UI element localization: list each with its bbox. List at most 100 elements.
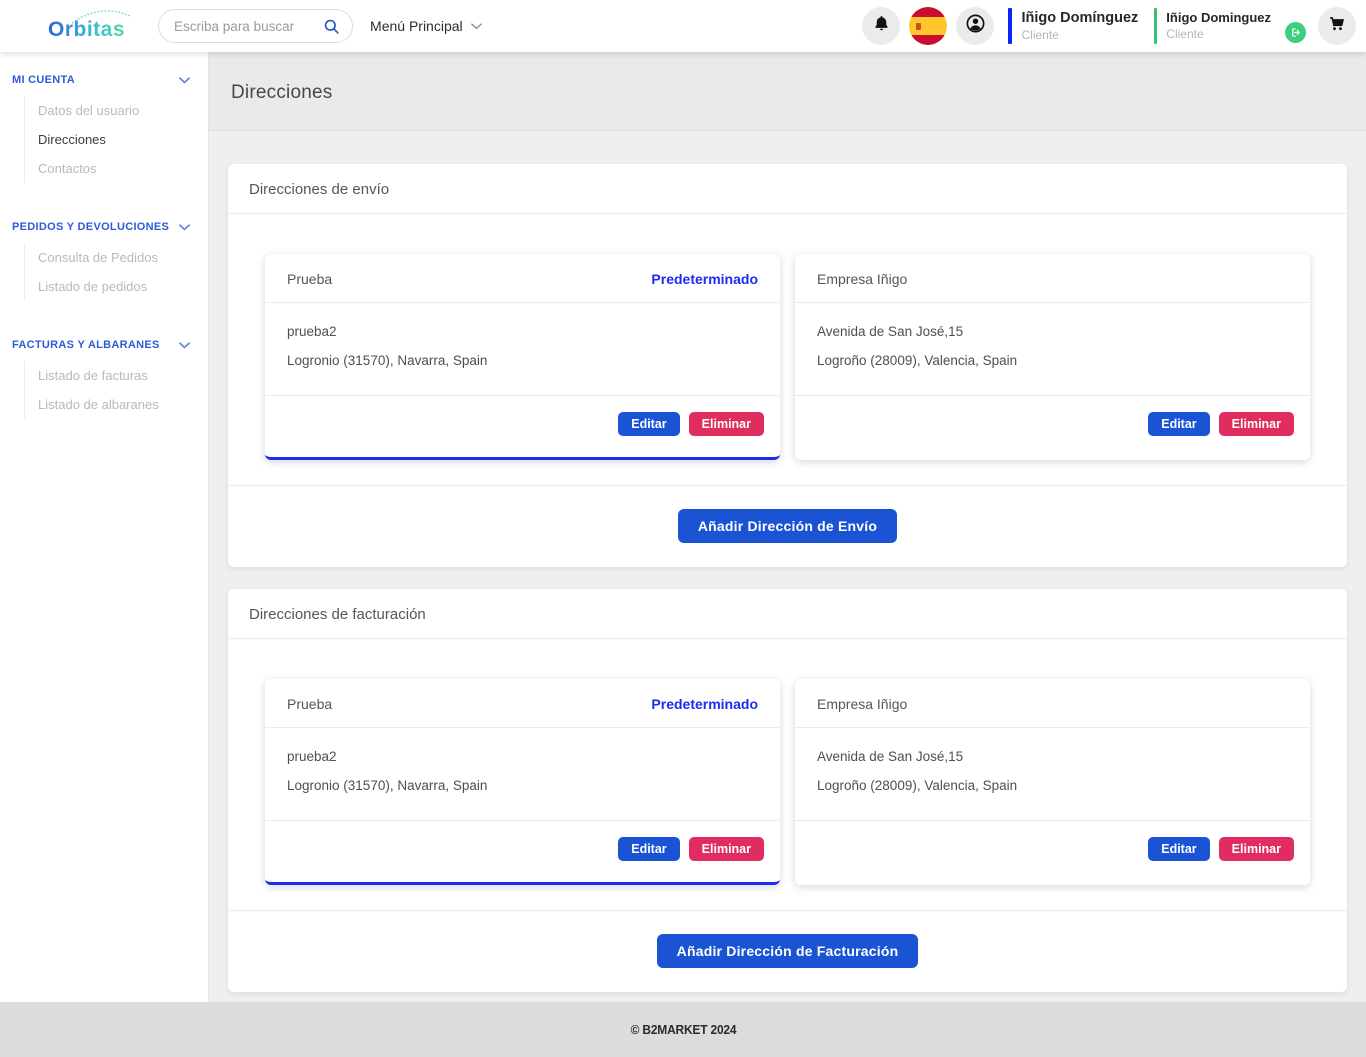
address-line-2: Logronio (31570), Navarra, Spain [287, 778, 758, 793]
delete-address-button[interactable]: Eliminar [689, 412, 764, 436]
sidebar-group-label: MI CUENTA [12, 74, 75, 86]
sidebar-group-pedidos: PEDIDOS Y DEVOLUCIONES Consulta de Pedid… [0, 221, 208, 301]
sidebar-item-contactos[interactable]: Contactos [38, 154, 208, 183]
delete-address-button[interactable]: Eliminar [1219, 412, 1294, 436]
address-card-body: prueba2 Logronio (31570), Navarra, Spain [265, 728, 780, 821]
address-line-1: prueba2 [287, 324, 758, 339]
sidebar-item-listado-de-facturas[interactable]: Listado de facturas [38, 361, 208, 390]
address-line-1: Avenida de San José,15 [817, 749, 1288, 764]
sidebar-items: Datos del usuario Direcciones Contactos [24, 96, 208, 183]
billing-addresses-section: Direcciones de facturación Prueba Predet… [228, 589, 1347, 992]
address-card-footer: Editar Eliminar [795, 821, 1310, 882]
address-line-2: Logronio (31570), Navarra, Spain [287, 353, 758, 368]
chevron-down-icon [179, 342, 190, 349]
sidebar-item-datos-del-usuario[interactable]: Datos del usuario [38, 96, 208, 125]
logo-orbit-arc [62, 7, 140, 25]
main-menu-dropdown[interactable]: Menú Principal [370, 18, 482, 34]
address-name: Prueba [287, 271, 332, 287]
address-line-2: Logroño (28009), Valencia, Spain [817, 353, 1288, 368]
logo[interactable]: Orbitas [48, 6, 125, 46]
search-box [158, 9, 353, 43]
sidebar-item-listado-de-pedidos[interactable]: Listado de pedidos [38, 272, 208, 301]
user-role: Cliente [1166, 27, 1271, 41]
billing-address-list: Prueba Predeterminado prueba2 Logronio (… [228, 639, 1347, 910]
spain-flag-icon [916, 23, 921, 30]
edit-address-button[interactable]: Editar [618, 837, 679, 861]
bell-icon [872, 14, 891, 38]
language-selector-button[interactable] [909, 7, 947, 45]
address-card-body: Avenida de San José,15 Logroño (28009), … [795, 728, 1310, 821]
user-icon [965, 13, 986, 39]
address-card-footer: Editar Eliminar [795, 396, 1310, 457]
chevron-down-icon [179, 224, 190, 231]
user-accent-bar-blue [1008, 8, 1012, 44]
address-card-footer: Editar Eliminar [265, 396, 780, 457]
shipping-address-list: Prueba Predeterminado prueba2 Logronio (… [228, 214, 1347, 485]
edit-address-button[interactable]: Editar [1148, 837, 1209, 861]
sidebar-item-listado-de-albaranes[interactable]: Listado de albaranes [38, 390, 208, 419]
address-line-2: Logroño (28009), Valencia, Spain [817, 778, 1288, 793]
sidebar-group-facturas: FACTURAS Y ALBARANES Listado de facturas… [0, 339, 208, 419]
page-footer: © B2MARKET 2024 [0, 1002, 1366, 1057]
billing-section-footer: Añadir Dirección de Facturación [228, 910, 1347, 992]
sidebar-item-direcciones[interactable]: Direcciones [38, 125, 208, 154]
add-billing-address-button[interactable]: Añadir Dirección de Facturación [657, 934, 919, 968]
chevron-down-icon [179, 77, 190, 84]
delete-address-button[interactable]: Eliminar [689, 837, 764, 861]
section-title-billing: Direcciones de facturación [228, 589, 1347, 639]
top-header: Orbitas Menú Principal [0, 0, 1366, 52]
user-name: Iñigo Domínguez [1021, 10, 1138, 27]
user-name: Iñigo Dominguez [1166, 11, 1271, 26]
address-name: Empresa Iñigo [817, 271, 907, 287]
sidebar-item-consulta-de-pedidos[interactable]: Consulta de Pedidos [38, 243, 208, 272]
address-card-header: Prueba Predeterminado [265, 254, 780, 303]
search-input[interactable] [174, 19, 323, 34]
section-title-shipping: Direcciones de envío [228, 164, 1347, 214]
edit-address-button[interactable]: Editar [1148, 412, 1209, 436]
sidebar-group-header-pedidos[interactable]: PEDIDOS Y DEVOLUCIONES [0, 221, 208, 233]
sidebar-group-mi-cuenta: MI CUENTA Datos del usuario Direcciones … [0, 74, 208, 183]
sidebar-group-header-facturas[interactable]: FACTURAS Y ALBARANES [0, 339, 208, 351]
shipping-section-footer: Añadir Dirección de Envío [228, 485, 1347, 567]
address-card-body: prueba2 Logronio (31570), Navarra, Spain [265, 303, 780, 396]
user-profile-secondary[interactable]: Iñigo Dominguez Cliente [1154, 8, 1306, 44]
address-card-billing-empresa-inigo: Empresa Iñigo Avenida de San José,15 Log… [795, 679, 1310, 885]
address-line-1: prueba2 [287, 749, 758, 764]
default-badge: Predeterminado [651, 271, 758, 287]
account-button[interactable] [956, 7, 994, 45]
shipping-addresses-section: Direcciones de envío Prueba Predetermina… [228, 164, 1347, 567]
address-card-header: Empresa Iñigo [795, 679, 1310, 728]
sidebar-items: Consulta de Pedidos Listado de pedidos [24, 243, 208, 301]
delete-address-button[interactable]: Eliminar [1219, 837, 1294, 861]
sidebar-group-label: FACTURAS Y ALBARANES [12, 339, 160, 351]
address-card-shipping-empresa-inigo: Empresa Iñigo Avenida de San José,15 Log… [795, 254, 1310, 460]
user-profile-primary[interactable]: Iñigo Domínguez Cliente [1008, 8, 1138, 44]
edit-address-button[interactable]: Editar [618, 412, 679, 436]
address-card-shipping-prueba: Prueba Predeterminado prueba2 Logronio (… [265, 254, 780, 460]
sidebar-group-header-mi-cuenta[interactable]: MI CUENTA [0, 74, 208, 86]
default-badge: Predeterminado [651, 696, 758, 712]
address-card-billing-prueba: Prueba Predeterminado prueba2 Logronio (… [265, 679, 780, 885]
sidebar: MI CUENTA Datos del usuario Direcciones … [0, 52, 209, 1002]
search-icon[interactable] [323, 18, 340, 35]
address-card-header: Prueba Predeterminado [265, 679, 780, 728]
address-name: Empresa Iñigo [817, 696, 907, 712]
user-role: Cliente [1021, 28, 1138, 42]
main-content: Direcciones Direcciones de envío Prueba … [209, 52, 1366, 1002]
content-area: Direcciones de envío Prueba Predetermina… [209, 131, 1366, 1014]
sidebar-items: Listado de facturas Listado de albaranes [24, 361, 208, 419]
copyright-text: © B2MARKET 2024 [630, 1022, 736, 1037]
address-card-footer: Editar Eliminar [265, 821, 780, 882]
page-title-band: Direcciones [209, 52, 1366, 131]
notifications-button[interactable] [862, 7, 900, 45]
header-actions: Iñigo Domínguez Cliente Iñigo Dominguez … [853, 7, 1356, 45]
logout-button[interactable] [1285, 22, 1306, 43]
address-card-body: Avenida de San José,15 Logroño (28009), … [795, 303, 1310, 396]
chevron-down-icon [471, 23, 482, 30]
address-card-header: Empresa Iñigo [795, 254, 1310, 303]
page-title: Direcciones [231, 82, 1344, 104]
cart-button[interactable] [1318, 7, 1356, 45]
add-shipping-address-button[interactable]: Añadir Dirección de Envío [678, 509, 897, 543]
cart-icon [1327, 14, 1347, 39]
address-name: Prueba [287, 696, 332, 712]
